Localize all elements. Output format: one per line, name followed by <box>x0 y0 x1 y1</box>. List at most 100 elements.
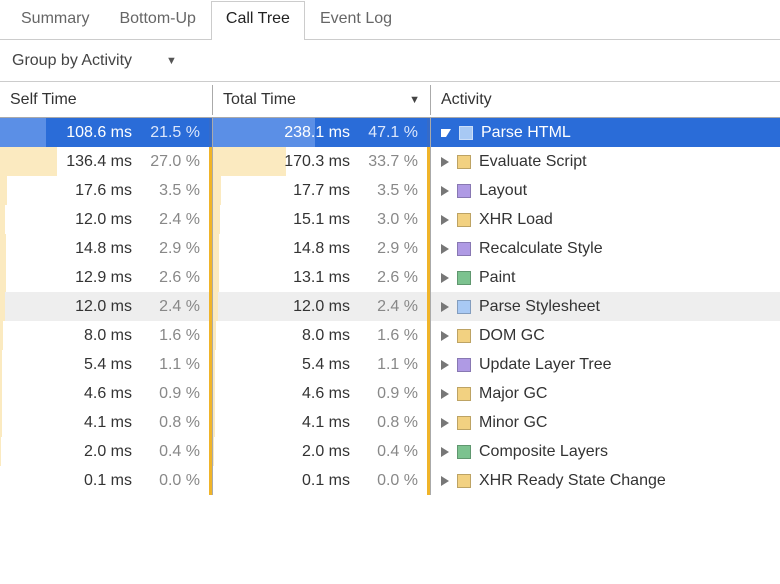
expand-icon[interactable] <box>441 447 449 457</box>
cell-total-time: 12.0 ms2.4 % <box>213 292 431 321</box>
cell-total-time: 238.1 ms47.1 % <box>213 118 431 147</box>
expand-icon[interactable] <box>441 244 449 254</box>
self-pct: 1.6 % <box>136 327 212 345</box>
table-row[interactable]: 17.6 ms3.5 %17.7 ms3.5 %Layout <box>0 176 780 205</box>
cell-total-time: 8.0 ms1.6 % <box>213 321 431 350</box>
column-header-total-label: Total Time <box>223 91 296 109</box>
table-row[interactable]: 12.0 ms2.4 %12.0 ms2.4 % Parse Stylesheet <box>0 292 780 321</box>
table-row[interactable]: 2.0 ms0.4 %2.0 ms0.4 %Composite Layers <box>0 437 780 466</box>
table-row[interactable]: 0.1 ms0.0 %0.1 ms0.0 %XHR Ready State Ch… <box>0 466 780 495</box>
cell-self-time: 108.6 ms21.5 % <box>0 118 213 147</box>
total-bar <box>213 437 214 466</box>
cell-total-time: 17.7 ms3.5 % <box>213 176 431 205</box>
table-row[interactable]: 14.8 ms2.9 %14.8 ms2.9 %Recalculate Styl… <box>0 234 780 263</box>
tab-call-tree[interactable]: Call Tree <box>211 1 305 40</box>
table-row[interactable]: 8.0 ms1.6 %8.0 ms1.6 %DOM GC <box>0 321 780 350</box>
expand-icon[interactable] <box>441 273 449 283</box>
total-ms: 0.1 ms <box>230 472 354 490</box>
activity-name: Minor GC <box>479 414 547 432</box>
cell-self-time: 17.6 ms3.5 % <box>0 176 213 205</box>
cell-self-time: 12.0 ms2.4 % <box>0 292 213 321</box>
column-header-total-time[interactable]: Total Time ▼ <box>213 85 431 115</box>
cell-self-time: 14.8 ms2.9 % <box>0 234 213 263</box>
total-ms: 2.0 ms <box>230 443 354 461</box>
tab-event-log[interactable]: Event Log <box>305 1 407 40</box>
expand-icon[interactable] <box>441 186 449 196</box>
category-swatch <box>457 271 471 285</box>
self-bar <box>0 350 2 379</box>
self-pct: 0.0 % <box>136 472 212 490</box>
expand-icon[interactable] <box>441 215 449 225</box>
expand-icon[interactable] <box>441 302 449 312</box>
self-ms: 17.6 ms <box>12 182 136 200</box>
table-row[interactable]: 5.4 ms1.1 %5.4 ms1.1 %Update Layer Tree <box>0 350 780 379</box>
cell-total-time: 170.3 ms33.7 % <box>213 147 431 176</box>
total-ms: 15.1 ms <box>230 211 354 229</box>
self-bar <box>0 408 2 437</box>
cell-total-time: 15.1 ms3.0 % <box>213 205 431 234</box>
self-bar <box>0 379 2 408</box>
category-swatch <box>457 445 471 459</box>
expand-icon[interactable] <box>441 418 449 428</box>
cell-self-time: 4.6 ms0.9 % <box>0 379 213 408</box>
expand-icon[interactable] <box>441 129 451 137</box>
sort-desc-icon: ▼ <box>409 94 420 106</box>
table-row[interactable]: 108.6 ms21.5 %238.1 ms47.1 % Parse HTML <box>0 118 780 147</box>
self-ms: 0.1 ms <box>12 472 136 490</box>
total-bar <box>213 321 216 350</box>
cell-activity: XHR Ready State Change <box>431 466 780 495</box>
total-bar <box>213 350 215 379</box>
table-row[interactable]: 12.0 ms2.4 %15.1 ms3.0 %XHR Load <box>0 205 780 234</box>
cell-total-time: 13.1 ms2.6 % <box>213 263 431 292</box>
total-ms: 8.0 ms <box>230 327 354 345</box>
cell-total-time: 2.0 ms0.4 % <box>213 437 431 466</box>
expand-icon[interactable] <box>441 389 449 399</box>
total-pct: 2.6 % <box>354 269 430 287</box>
total-pct: 2.9 % <box>354 240 430 258</box>
expand-icon[interactable] <box>441 157 449 167</box>
self-pct: 2.6 % <box>136 269 212 287</box>
group-by-dropdown[interactable]: Group by Activity ▼ <box>12 52 177 70</box>
expand-icon[interactable] <box>441 360 449 370</box>
expand-icon[interactable] <box>441 331 449 341</box>
table-row[interactable]: 4.6 ms0.9 %4.6 ms0.9 %Major GC <box>0 379 780 408</box>
self-bar <box>0 205 5 234</box>
activity-name: Parse Stylesheet <box>479 298 600 316</box>
self-ms: 108.6 ms <box>12 124 136 142</box>
self-ms: 12.9 ms <box>12 269 136 287</box>
table-row[interactable]: 12.9 ms2.6 %13.1 ms2.6 %Paint <box>0 263 780 292</box>
category-swatch <box>457 358 471 372</box>
cell-activity: Major GC <box>431 379 780 408</box>
expand-icon[interactable] <box>441 476 449 486</box>
cell-activity: XHR Load <box>431 205 780 234</box>
total-ms: 14.8 ms <box>230 240 354 258</box>
category-swatch <box>457 329 471 343</box>
category-swatch <box>457 300 471 314</box>
table-row[interactable]: 4.1 ms0.8 %4.1 ms0.8 %Minor GC <box>0 408 780 437</box>
cell-self-time: 5.4 ms1.1 % <box>0 350 213 379</box>
column-headers: Self Time Total Time ▼ Activity <box>0 82 780 118</box>
table-row[interactable]: 136.4 ms27.0 %170.3 ms33.7 %Evaluate Scr… <box>0 147 780 176</box>
cell-activity: Evaluate Script <box>431 147 780 176</box>
tab-summary[interactable]: Summary <box>6 1 104 40</box>
total-pct: 1.6 % <box>354 327 430 345</box>
tab-bottom-up[interactable]: Bottom-Up <box>104 1 210 40</box>
total-ms: 12.0 ms <box>230 298 354 316</box>
column-header-self-time[interactable]: Self Time <box>0 85 213 115</box>
activity-name: Evaluate Script <box>479 153 587 171</box>
self-ms: 12.0 ms <box>12 298 136 316</box>
group-by-label: Group by Activity <box>12 52 132 70</box>
total-bar <box>213 176 221 205</box>
self-ms: 14.8 ms <box>12 240 136 258</box>
total-bar <box>213 408 215 437</box>
total-ms: 4.1 ms <box>230 414 354 432</box>
self-ms: 5.4 ms <box>12 356 136 374</box>
chevron-down-icon: ▼ <box>166 55 177 67</box>
cell-self-time: 12.9 ms2.6 % <box>0 263 213 292</box>
column-header-activity[interactable]: Activity <box>431 85 780 115</box>
self-pct: 2.4 % <box>136 211 212 229</box>
activity-name: Parse HTML <box>481 124 571 142</box>
activity-name: Layout <box>479 182 527 200</box>
activity-name: Composite Layers <box>479 443 608 461</box>
total-pct: 3.5 % <box>354 182 430 200</box>
